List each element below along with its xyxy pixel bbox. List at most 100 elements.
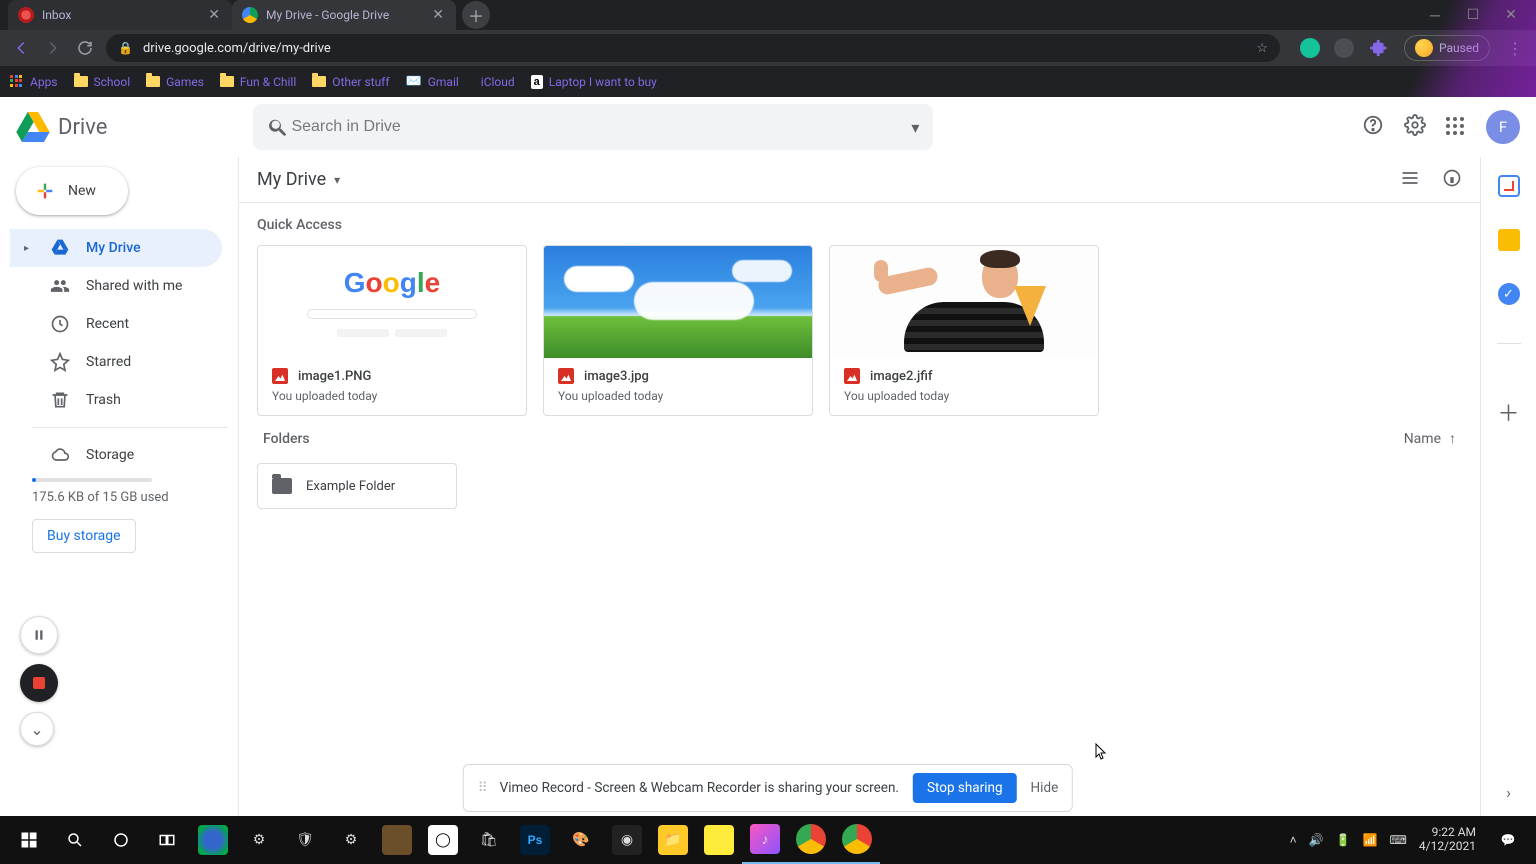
get-addons-icon[interactable]: ＋ [1497,396,1519,428]
quick-access-card[interactable]: image2.jfif You uploaded today [829,245,1099,416]
taskbar-app-store[interactable]: 🛍 [466,816,512,864]
hide-sharebar-button[interactable]: Hide [1031,780,1059,796]
tasks-addon-icon[interactable] [1498,283,1520,305]
sidebar-label: Shared with me [86,278,182,294]
bookmark-school[interactable]: School [74,75,131,89]
sidebar-item-recent[interactable]: Recent [10,305,222,343]
folders-heading: Folders [263,431,310,447]
search-button[interactable] [52,816,98,864]
google-apps-icon[interactable] [1446,117,1466,137]
hide-sidepanel-icon[interactable]: › [1506,783,1511,802]
bookmark-fun[interactable]: Fun & Chill [220,75,296,89]
task-view-button[interactable] [144,816,190,864]
arrow-up-icon: ↑ [1449,430,1456,447]
taskbar-app-settings[interactable]: ⚙ [236,816,282,864]
tab-title: My Drive - Google Drive [266,8,422,22]
tab-close-icon[interactable]: ✕ [430,7,446,23]
folder-item[interactable]: Example Folder [257,463,457,509]
product-name: Drive [58,115,107,140]
bookmark-amazon[interactable]: aLaptop I want to buy [531,75,657,89]
taskbar-app-chrome[interactable] [788,816,834,864]
taskbar-app-obs[interactable]: ◉ [604,816,650,864]
tray-volume-icon[interactable]: 🔊 [1309,833,1324,847]
new-tab-button[interactable]: ＋ [462,1,490,29]
star-icon[interactable]: ☆ [1256,41,1268,56]
taskbar-app-itunes[interactable]: ♪ [742,816,788,864]
storage-bar [32,478,152,482]
quick-access-card[interactable]: image3.jpg You uploaded today [543,245,813,416]
extensions-icon[interactable] [1368,37,1390,59]
expand-icon[interactable]: ▸ [24,243,34,254]
tab-favicon-icon [242,7,258,23]
tab-drive[interactable]: My Drive - Google Drive ✕ [232,0,456,30]
tray-ime-icon[interactable]: ⌨ [1390,833,1407,847]
tab-inbox[interactable]: Inbox ✕ [8,0,232,30]
sort-button[interactable]: Name ↑ [1404,430,1456,447]
bookmark-apps[interactable]: Apps [10,75,58,89]
search-box[interactable]: ▾ [253,104,933,150]
window-close-icon[interactable]: ✕ [1504,8,1518,22]
buy-storage-button[interactable]: Buy storage [32,519,136,553]
recorder-stop-button[interactable] [20,664,58,702]
taskbar-clock[interactable]: 9:22 AM 4/12/2021 [1419,826,1476,854]
taskbar-app-settings2[interactable]: ⚙ [328,816,374,864]
list-view-icon[interactable] [1400,168,1420,192]
bookmark-icloud[interactable]: iCloud [475,75,515,89]
recorder-collapse-button[interactable]: ⌄ [20,712,54,746]
taskbar-app-edge[interactable] [190,816,236,864]
grip-icon[interactable]: ⠿ [478,780,486,796]
start-button[interactable] [6,816,52,864]
window-minimize-icon[interactable]: ─ [1428,8,1442,22]
window-maximize-icon[interactable]: ☐ [1466,8,1480,22]
quick-access-card[interactable]: Google image1.PNG You uploaded today [257,245,527,416]
account-avatar[interactable]: F [1486,110,1520,144]
reload-icon[interactable] [74,37,96,59]
drive-logo[interactable]: Drive [16,112,107,142]
taskbar-app-explorer[interactable]: 📁 [650,816,696,864]
file-name: image3.jpg [584,369,649,384]
taskbar-app-minecraft[interactable] [374,816,420,864]
tab-close-icon[interactable]: ✕ [206,7,222,23]
stop-sharing-button[interactable]: Stop sharing [913,773,1017,803]
extension-generic-icon[interactable] [1334,38,1354,58]
sidebar-item-trash[interactable]: Trash [10,381,222,419]
bookmark-label: School [94,75,131,89]
details-icon[interactable] [1442,168,1462,192]
bookmark-gmail[interactable]: ✉️Gmail [406,74,459,89]
keep-addon-icon[interactable] [1498,229,1520,251]
chrome-menu-icon[interactable]: ⋮ [1504,37,1526,59]
back-icon[interactable] [10,37,32,59]
address-bar[interactable]: 🔒 drive.google.com/drive/my-drive ☆ [106,34,1280,62]
sidebar-item-mydrive[interactable]: ▸ My Drive [10,229,222,267]
taskbar-app-photoshop[interactable]: Ps [512,816,558,864]
tray-battery-icon[interactable]: 🔋 [1336,833,1351,847]
taskbar-app-security[interactable]: 🛡 [282,816,328,864]
action-center-icon[interactable]: 💬 [1488,816,1528,864]
taskbar-app-paint[interactable]: 🎨 [558,816,604,864]
bookmark-games[interactable]: Games [146,75,204,89]
calendar-addon-icon[interactable] [1498,175,1520,197]
search-input[interactable] [289,117,911,137]
recorder-pause-button[interactable] [20,616,58,654]
tray-wifi-icon[interactable]: 📶 [1363,833,1378,847]
sidebar-item-shared[interactable]: Shared with me [10,267,222,305]
sidebar-item-storage[interactable]: Storage [10,436,222,474]
cortana-button[interactable] [98,816,144,864]
bookmark-other[interactable]: Other stuff [312,75,389,89]
profile-chip[interactable]: Paused [1404,35,1490,61]
folder-icon [272,478,292,494]
tray-chevron-icon[interactable]: ˄ [1290,833,1297,847]
extension-grammarly-icon[interactable] [1300,38,1320,58]
folder-icon [74,76,88,87]
new-button[interactable]: New [16,167,128,215]
taskbar-app-chrome-2[interactable] [834,816,880,864]
support-icon[interactable] [1362,114,1384,140]
sidebar-label: Starred [86,354,131,370]
clock-date: 4/12/2021 [1419,840,1476,854]
settings-icon[interactable] [1404,114,1426,140]
taskbar-app-forza[interactable]: ◯ [420,816,466,864]
search-options-icon[interactable]: ▾ [911,118,919,137]
path-mydrive[interactable]: My Drive ▾ [257,169,340,190]
sidebar-item-starred[interactable]: Starred [10,343,222,381]
taskbar-app-notes[interactable] [696,816,742,864]
